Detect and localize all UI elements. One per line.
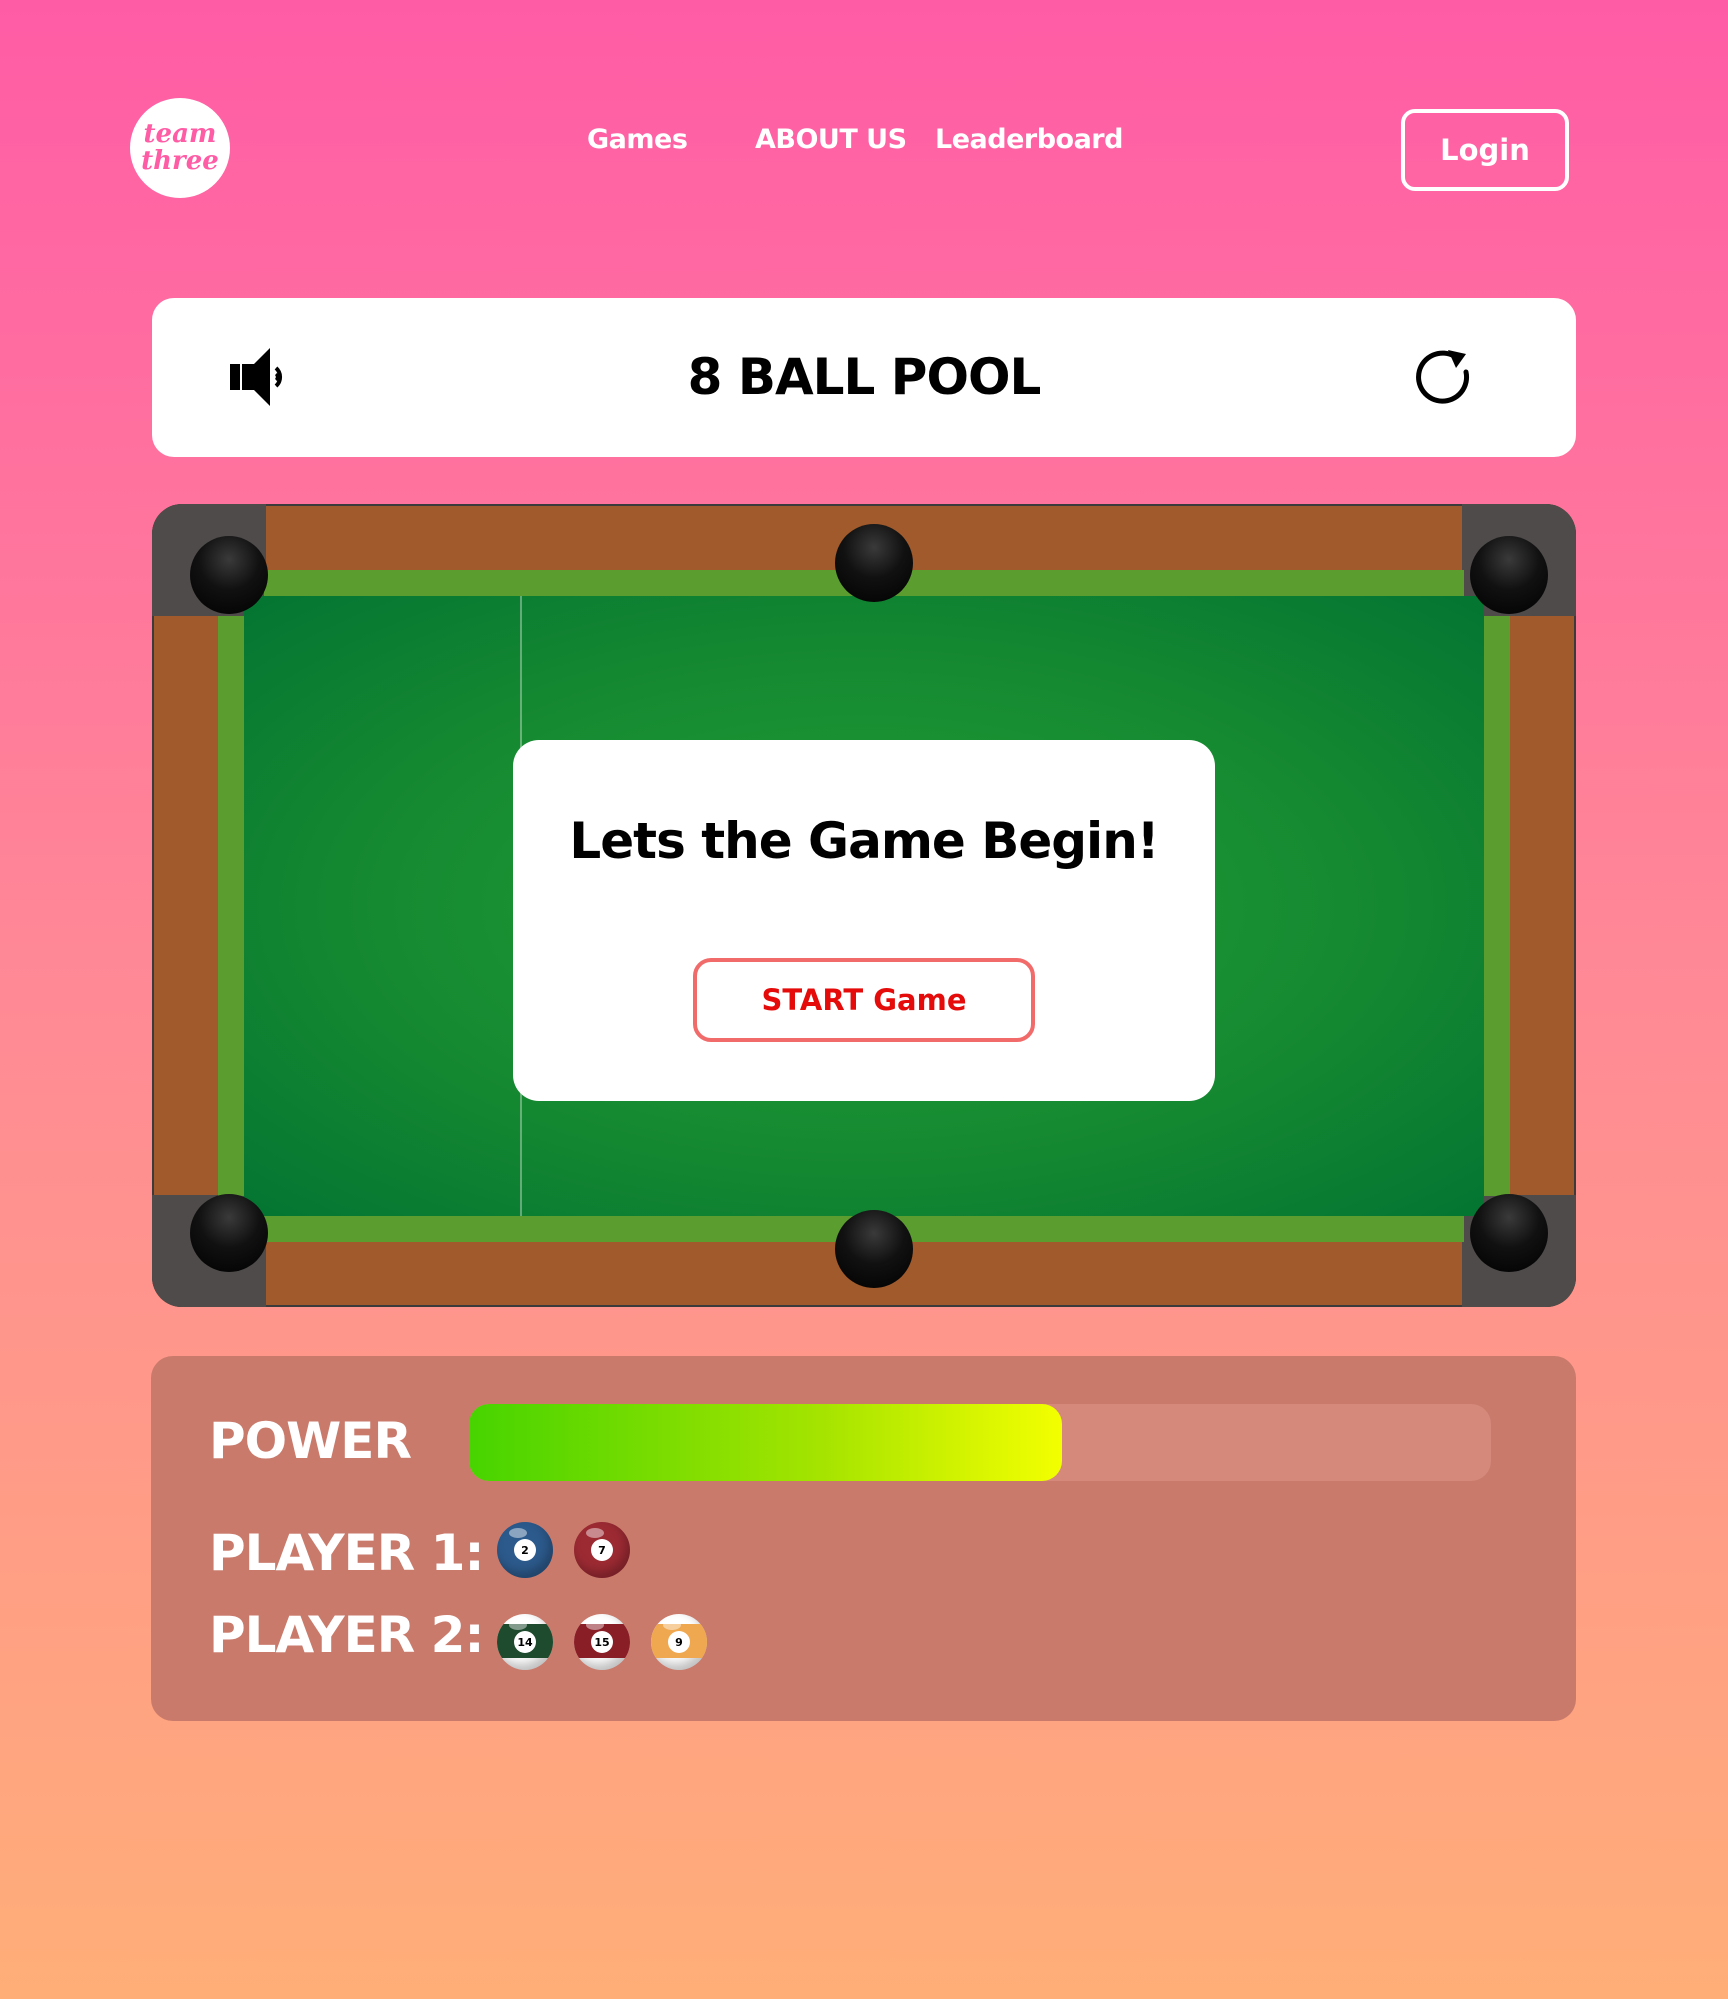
restart-icon[interactable] bbox=[1414, 346, 1474, 406]
ball-number: 14 bbox=[514, 1631, 536, 1653]
billiard-ball-9: 9 bbox=[651, 1614, 707, 1670]
billiard-ball-2: 2 bbox=[497, 1522, 553, 1578]
billiard-ball-14: 14 bbox=[497, 1614, 553, 1670]
player1-label: PLAYER 1: bbox=[209, 1524, 484, 1582]
player2-label: PLAYER 2: bbox=[209, 1606, 484, 1664]
billiard-ball-7: 7 bbox=[574, 1522, 630, 1578]
status-panel: POWER PLAYER 1: PLAYER 2: 2 7 14 15 9 bbox=[151, 1356, 1576, 1721]
start-game-button[interactable]: START Game bbox=[693, 958, 1035, 1042]
pocket-bottom-middle bbox=[835, 1210, 913, 1288]
right-cushion bbox=[1484, 616, 1510, 1196]
pocket-top-right bbox=[1470, 536, 1548, 614]
login-button[interactable]: Login bbox=[1401, 109, 1569, 191]
game-title: 8 BALL POOL bbox=[687, 348, 1042, 406]
nav-games[interactable]: Games bbox=[587, 124, 688, 155]
pocket-top-middle bbox=[835, 524, 913, 602]
ball-number: 9 bbox=[668, 1631, 690, 1653]
left-cushion bbox=[218, 616, 244, 1196]
power-label: POWER bbox=[209, 1412, 412, 1470]
pocket-bottom-left bbox=[190, 1194, 268, 1272]
game-header-card: 8 BALL POOL bbox=[152, 298, 1576, 457]
dialog-message: Lets the Game Begin! bbox=[569, 812, 1159, 870]
pocket-bottom-right bbox=[1470, 1194, 1548, 1272]
nav-about-us[interactable]: ABOUT US bbox=[755, 124, 907, 155]
ball-number: 2 bbox=[514, 1539, 536, 1561]
ball-number: 15 bbox=[591, 1631, 613, 1653]
ball-number: 7 bbox=[591, 1539, 613, 1561]
power-bar[interactable] bbox=[469, 1404, 1491, 1481]
power-bar-fill bbox=[469, 1404, 1062, 1481]
billiard-ball-15: 15 bbox=[574, 1614, 630, 1670]
nav-leaderboard[interactable]: Leaderboard bbox=[935, 124, 1123, 155]
start-game-dialog: Lets the Game Begin! START Game bbox=[513, 740, 1215, 1101]
pocket-top-left bbox=[190, 536, 268, 614]
